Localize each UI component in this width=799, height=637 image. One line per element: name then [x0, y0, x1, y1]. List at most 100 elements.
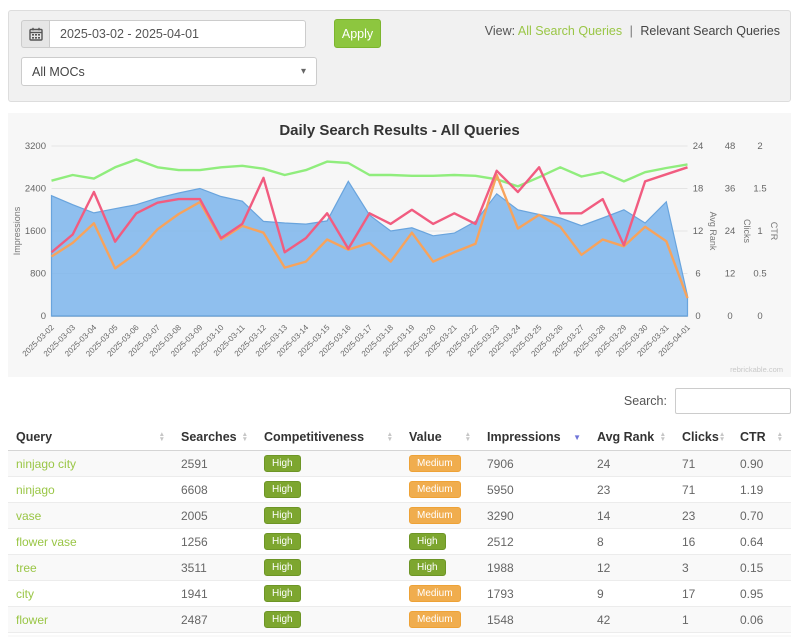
sort-icon[interactable]: ▲ ▼ — [719, 431, 725, 443]
value-cell: Medium — [401, 476, 479, 503]
badge-high: High — [264, 533, 301, 550]
svg-text:36: 36 — [725, 184, 736, 195]
moc-filter-value: All MOCs — [32, 64, 85, 79]
value-cell: Medium — [401, 580, 479, 607]
table-search-input[interactable] — [675, 388, 791, 414]
column-label: Query — [16, 430, 53, 444]
searches-cell: 2591 — [173, 450, 256, 477]
column-label: Value — [409, 430, 442, 444]
svg-text:0: 0 — [727, 311, 732, 322]
impressions-cell: 1548 — [479, 606, 589, 633]
column-header-clicks[interactable]: Clicks ▲ ▼ — [674, 424, 732, 451]
value-cell: Medium — [401, 450, 479, 477]
svg-text:0: 0 — [695, 311, 700, 322]
value-cell: Medium — [401, 606, 479, 633]
searches-cell: 2005 — [173, 502, 256, 529]
sort-icon[interactable]: ▲ ▼ — [159, 431, 165, 443]
queries-table-wrap: Query ▲ ▼ Searches ▲ ▼ Competitiveness ▲ ▼ Value ▲… — [8, 424, 791, 637]
query-link[interactable]: flower vase — [16, 535, 77, 549]
column-label: Competitiveness — [264, 430, 365, 444]
sort-desc-icon[interactable]: ▼ — [573, 433, 581, 442]
sort-icon[interactable]: ▲ ▼ — [387, 431, 393, 443]
table-row: ninjago 6608 High Medium 5950 23 71 1.19 — [8, 476, 791, 503]
table-row: ninjago city 2591 High Medium 7906 24 71 0.90 — [8, 450, 791, 477]
column-header-ctr[interactable]: CTR ▲ ▼ — [732, 424, 791, 451]
sort-icon[interactable]: ▲ ▼ — [242, 431, 248, 443]
svg-text:0.5: 0.5 — [753, 269, 766, 280]
ctr-cell: 1.19 — [732, 476, 791, 503]
badge-high: High — [264, 559, 301, 576]
svg-text:Avg Rank: Avg Rank — [708, 212, 718, 251]
badge-high: High — [264, 455, 301, 472]
clicks-cell: 71 — [674, 476, 732, 503]
svg-text:Clicks: Clicks — [742, 219, 752, 243]
sort-icon[interactable]: ▲ ▼ — [465, 431, 471, 443]
query-link[interactable]: city — [16, 587, 34, 601]
column-label: Searches — [181, 430, 237, 444]
view-link-relevant-search-queries[interactable]: Relevant Search Queries — [640, 24, 780, 38]
badge-medium: Medium — [409, 481, 461, 498]
ctr-cell: 0.70 — [732, 502, 791, 529]
value-cell: Medium — [401, 502, 479, 529]
table-row: tree 3511 High High 1988 12 3 0.15 — [8, 554, 791, 581]
column-header-impressions[interactable]: Impressions ▼ — [479, 424, 589, 451]
query-link[interactable]: flower — [16, 613, 48, 627]
chart-title: Daily Search Results - All Queries — [279, 122, 520, 139]
query-link[interactable]: ninjago — [16, 483, 55, 497]
impressions-cell: 2512 — [479, 528, 589, 555]
view-link-all-search-queries[interactable]: All Search Queries — [518, 24, 622, 38]
svg-text:800: 800 — [30, 269, 46, 280]
competitiveness-cell: High — [256, 606, 401, 633]
column-header-searches[interactable]: Searches ▲ ▼ — [173, 424, 256, 451]
view-switcher: View: All Search Queries | Relevant Sear… — [485, 24, 780, 38]
ctr-cell: 0.15 — [732, 554, 791, 581]
table-search-row: Search: — [624, 388, 791, 414]
ctr-cell: 0.95 — [732, 580, 791, 607]
svg-text:0: 0 — [41, 311, 46, 322]
badge-high: High — [264, 585, 301, 602]
query-link[interactable]: vase — [16, 509, 41, 523]
impressions-cell: 3290 — [479, 502, 589, 529]
column-label: Clicks — [682, 430, 719, 444]
avg-rank-cell: 23 — [589, 476, 674, 503]
badge-high: High — [264, 507, 301, 524]
sort-icon[interactable]: ▲ ▼ — [777, 431, 783, 443]
svg-text:12: 12 — [693, 226, 704, 237]
column-header-competitiveness[interactable]: Competitiveness ▲ ▼ — [256, 424, 401, 451]
search-label: Search: — [623, 394, 667, 408]
avg-rank-cell: 12 — [589, 554, 674, 581]
daily-search-chart: 0 800 1600 2400 3200 0 6 12 18 24 0 12 24 36 48 0 0.5 1 1.… — [12, 141, 779, 358]
query-link[interactable]: tree — [16, 561, 37, 575]
badge-high: High — [264, 481, 301, 498]
svg-text:2400: 2400 — [25, 184, 46, 195]
competitiveness-cell: High — [256, 528, 401, 555]
clicks-cell: 1 — [674, 606, 732, 633]
search-analytics-page: Apply All MOCs ▾ View: All Search Querie… — [0, 0, 799, 637]
query-link[interactable]: ninjago city — [16, 457, 76, 471]
competitiveness-cell: High — [256, 580, 401, 607]
column-header-query[interactable]: Query ▲ ▼ — [8, 424, 173, 451]
column-label: CTR — [740, 430, 766, 444]
sort-icon[interactable]: ▲ ▼ — [660, 431, 666, 443]
moc-filter-select[interactable]: All MOCs ▾ — [21, 57, 317, 86]
badge-high: High — [264, 611, 301, 628]
searches-cell: 3511 — [173, 554, 256, 581]
impressions-cell: 1988 — [479, 554, 589, 581]
date-range-input[interactable] — [49, 20, 306, 48]
apply-button[interactable]: Apply — [334, 19, 381, 48]
table-row: vase 2005 High Medium 3290 14 23 0.70 — [8, 502, 791, 529]
svg-text:CTR: CTR — [769, 222, 779, 241]
svg-text:1.5: 1.5 — [753, 184, 766, 195]
svg-text:3200: 3200 — [25, 141, 46, 152]
svg-text:0: 0 — [757, 311, 762, 322]
clicks-cell: 3 — [674, 554, 732, 581]
badge-medium: Medium — [409, 455, 461, 472]
view-separator: | — [629, 24, 633, 38]
svg-text:Impressions: Impressions — [12, 206, 22, 255]
queries-table: Query ▲ ▼ Searches ▲ ▼ Competitiveness ▲ ▼ Value ▲… — [8, 424, 791, 637]
column-header-value[interactable]: Value ▲ ▼ — [401, 424, 479, 451]
column-header-avg-rank[interactable]: Avg Rank ▲ ▼ — [589, 424, 674, 451]
svg-text:18: 18 — [693, 184, 704, 195]
competitiveness-cell: High — [256, 554, 401, 581]
svg-text:24: 24 — [725, 226, 736, 237]
